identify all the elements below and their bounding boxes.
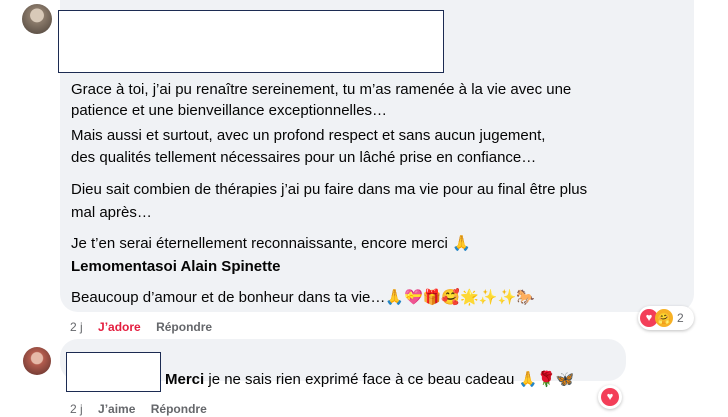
reply-author-avatar[interactable] xyxy=(23,347,51,375)
reply-text: Merci je ne sais rien exprimé face à ce … xyxy=(165,370,575,390)
mentioned-user-link[interactable]: Lemomentasoi Alain Spinette xyxy=(71,257,280,277)
comment-text-line: mal après… xyxy=(71,204,152,221)
redacted-name-box xyxy=(58,10,444,73)
reply-bold-word: Merci xyxy=(165,371,205,388)
comment-text-line: Je t’en serai éternellement reconnaissan… xyxy=(71,235,471,252)
reply-reaction-summary[interactable]: ♥ xyxy=(598,385,622,409)
reply-timestamp[interactable]: 2 j xyxy=(70,402,83,416)
reply-actions: 2 j J’aime Répondre xyxy=(70,402,219,416)
comment-text-line: patience et une bienveillance exceptionn… xyxy=(71,102,388,119)
like-button[interactable]: J’aime xyxy=(98,402,135,416)
redacted-name-box xyxy=(66,352,161,392)
reply-button[interactable]: Répondre xyxy=(151,402,207,416)
commenter-avatar[interactable] xyxy=(22,4,52,34)
reaction-summary[interactable]: ♥ 🤗 2 xyxy=(638,306,694,330)
reaction-count: 2 xyxy=(677,311,684,325)
comment-timestamp[interactable]: 2 j xyxy=(70,320,83,334)
love-reaction-button[interactable]: J’adore xyxy=(98,320,141,334)
comment-text-line: Mais aussi et surtout, avec un profond r… xyxy=(71,127,546,144)
reply-button[interactable]: Répondre xyxy=(156,320,212,334)
reply-text-body: je ne sais rien exprimé face à ce beau c… xyxy=(204,371,575,388)
comment-text-line: des qualités tellement nécessaires pour … xyxy=(71,149,537,166)
comment-text-line: Dieu sait combien de thérapies j’ai pu f… xyxy=(71,181,588,198)
comment-actions: 2 j J’adore Répondre xyxy=(70,320,224,334)
comment-text-line: Beaucoup d’amour et de bonheur dans ta v… xyxy=(71,289,535,306)
care-reaction-icon: 🤗 xyxy=(655,309,673,327)
love-reaction-icon: ♥ xyxy=(601,388,619,406)
comment-text-line: Grace à toi, j’ai pu renaître sereinemen… xyxy=(71,81,572,98)
